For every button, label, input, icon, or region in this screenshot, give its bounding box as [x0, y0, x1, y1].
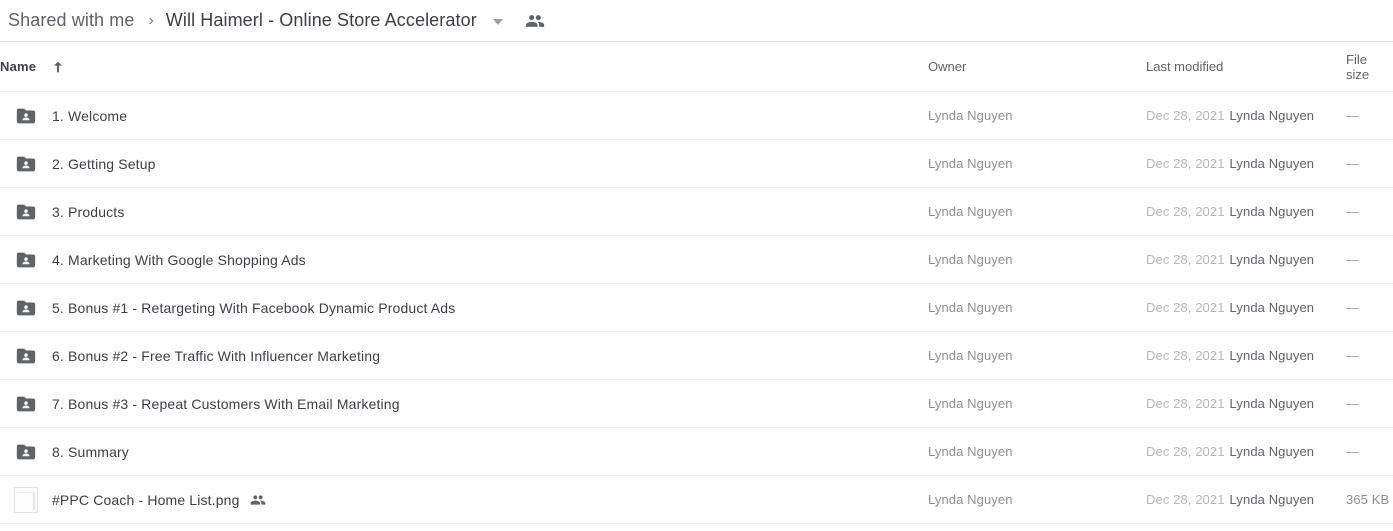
- file-name-label: #PPC Coach - Home List.png: [52, 491, 240, 508]
- file-size-cell: —: [1346, 348, 1360, 363]
- last-modified-by: Lynda Nguyen: [1229, 156, 1315, 171]
- file-name-cell[interactable]: 6. Bonus #2 - Free Traffic With Influenc…: [52, 348, 380, 364]
- shared-folder-icon: [14, 200, 38, 224]
- people-shared-icon[interactable]: [525, 11, 545, 31]
- last-modified-by: Lynda Nguyen: [1229, 108, 1315, 123]
- file-row[interactable]: 2. Getting Setup Lynda Nguyen Dec 28, 2021…: [0, 140, 1393, 188]
- file-owner-cell: Lynda Nguyen: [928, 108, 1013, 123]
- file-list: 1. Welcome Lynda Nguyen Dec 28, 2021 Lynda …: [0, 92, 1393, 524]
- file-name-label: 2. Getting Setup: [52, 155, 156, 172]
- file-thumbnail: [14, 486, 38, 513]
- file-row[interactable]: 3. Products Lynda Nguyen Dec 28, 2021 Lynda…: [0, 188, 1393, 236]
- breadcrumb-current-folder[interactable]: Will Haimerl - Online Store Accelerator: [162, 8, 481, 33]
- chevron-down-icon[interactable]: [492, 19, 503, 25]
- column-header-file-size[interactable]: File size: [1346, 52, 1393, 82]
- last-modified-date: Dec 28, 2021: [1146, 348, 1225, 363]
- file-owner-cell: Lynda Nguyen: [928, 156, 1013, 171]
- file-owner-cell: Lynda Nguyen: [928, 204, 1013, 219]
- image-thumbnail-icon: [14, 486, 38, 513]
- file-name-cell[interactable]: 8. Summary: [52, 444, 129, 460]
- column-header-name-label: Name: [0, 59, 37, 74]
- breadcrumb-separator-icon: ›: [148, 11, 154, 29]
- last-modified-by: Lynda Nguyen: [1229, 252, 1315, 267]
- file-last-modified-cell: Dec 28, 2021 Lynda Nguyen: [1146, 300, 1314, 315]
- last-modified-by: Lynda Nguyen: [1229, 348, 1315, 363]
- file-size-cell: —: [1346, 252, 1360, 267]
- shared-folder-icon: [14, 248, 38, 272]
- shared-folder-icon: [14, 296, 38, 320]
- file-size-cell: 365 KB: [1346, 492, 1390, 507]
- last-modified-by: Lynda Nguyen: [1229, 444, 1315, 459]
- file-owner-cell: Lynda Nguyen: [928, 252, 1013, 267]
- last-modified-date: Dec 28, 2021: [1146, 444, 1225, 459]
- file-name-cell[interactable]: 3. Products: [52, 204, 124, 220]
- last-modified-date: Dec 28, 2021: [1146, 492, 1225, 507]
- file-name-cell[interactable]: 2. Getting Setup: [52, 156, 156, 172]
- shared-folder-icon: [14, 104, 38, 128]
- file-name-cell[interactable]: 5. Bonus #1 - Retargeting With Facebook …: [52, 300, 455, 316]
- file-size-cell: —: [1346, 204, 1360, 219]
- file-last-modified-cell: Dec 28, 2021 Lynda Nguyen: [1146, 252, 1314, 267]
- last-modified-date: Dec 28, 2021: [1146, 156, 1225, 171]
- file-owner-cell: Lynda Nguyen: [928, 444, 1013, 459]
- file-name-label: 7. Bonus #3 - Repeat Customers With Emai…: [52, 395, 400, 412]
- column-header-name[interactable]: Name: [0, 59, 66, 75]
- file-size-cell: —: [1346, 444, 1360, 459]
- column-header-last-modified[interactable]: Last modified: [1146, 59, 1223, 74]
- sort-arrow-up-icon[interactable]: [50, 59, 66, 75]
- file-size-cell: —: [1346, 108, 1360, 123]
- last-modified-by: Lynda Nguyen: [1229, 300, 1315, 315]
- last-modified-date: Dec 28, 2021: [1146, 108, 1225, 123]
- shared-folder-icon: [14, 392, 38, 416]
- file-row[interactable]: 1. Welcome Lynda Nguyen Dec 28, 2021 Lynda …: [0, 92, 1393, 140]
- file-name-cell[interactable]: 4. Marketing With Google Shopping Ads: [52, 252, 306, 268]
- file-name-cell[interactable]: 1. Welcome: [52, 108, 127, 124]
- file-last-modified-cell: Dec 28, 2021 Lynda Nguyen: [1146, 108, 1314, 123]
- file-last-modified-cell: Dec 28, 2021 Lynda Nguyen: [1146, 444, 1314, 459]
- file-name-label: 6. Bonus #2 - Free Traffic With Influenc…: [52, 347, 381, 364]
- shared-folder-icon: [14, 152, 38, 176]
- file-row[interactable]: #PPC Coach - Home List.png Lynda Nguyen De…: [0, 476, 1393, 524]
- file-size-cell: —: [1346, 396, 1360, 411]
- column-headers: Name Owner Last modified File size: [0, 42, 1393, 92]
- file-name-cell[interactable]: 7. Bonus #3 - Repeat Customers With Emai…: [52, 396, 400, 412]
- file-size-cell: —: [1346, 156, 1360, 171]
- file-owner-cell: Lynda Nguyen: [928, 492, 1013, 507]
- breadcrumb-bar: Shared with me › Will Haimerl - Online S…: [0, 0, 1393, 42]
- file-name-label: 3. Products: [52, 203, 125, 220]
- last-modified-date: Dec 28, 2021: [1146, 252, 1225, 267]
- last-modified-date: Dec 28, 2021: [1146, 204, 1225, 219]
- file-last-modified-cell: Dec 28, 2021 Lynda Nguyen: [1146, 492, 1314, 507]
- file-owner-cell: Lynda Nguyen: [928, 396, 1013, 411]
- last-modified-date: Dec 28, 2021: [1146, 396, 1225, 411]
- last-modified-by: Lynda Nguyen: [1229, 204, 1315, 219]
- file-last-modified-cell: Dec 28, 2021 Lynda Nguyen: [1146, 156, 1314, 171]
- file-name-label: 4. Marketing With Google Shopping Ads: [52, 251, 306, 268]
- file-name-label: 1. Welcome: [52, 107, 128, 124]
- file-name-cell[interactable]: #PPC Coach - Home List.png: [52, 492, 266, 508]
- file-owner-cell: Lynda Nguyen: [928, 348, 1013, 363]
- file-last-modified-cell: Dec 28, 2021 Lynda Nguyen: [1146, 348, 1314, 363]
- file-row[interactable]: 6. Bonus #2 - Free Traffic With Influenc…: [0, 332, 1393, 380]
- last-modified-by: Lynda Nguyen: [1229, 492, 1315, 507]
- file-owner-cell: Lynda Nguyen: [928, 300, 1013, 315]
- shared-folder-icon: [14, 440, 38, 464]
- shared-folder-icon: [14, 344, 38, 368]
- people-shared-icon: [250, 492, 266, 508]
- file-row[interactable]: 4. Marketing With Google Shopping Ads Lyn…: [0, 236, 1393, 284]
- column-header-owner[interactable]: Owner: [928, 59, 966, 74]
- file-size-cell: —: [1346, 300, 1360, 315]
- file-name-label: 8. Summary: [52, 443, 129, 460]
- file-name-label: 5. Bonus #1 - Retargeting With Facebook …: [52, 299, 456, 316]
- file-row[interactable]: 8. Summary Lynda Nguyen Dec 28, 2021 Lynda …: [0, 428, 1393, 476]
- last-modified-by: Lynda Nguyen: [1229, 396, 1315, 411]
- file-last-modified-cell: Dec 28, 2021 Lynda Nguyen: [1146, 204, 1314, 219]
- last-modified-date: Dec 28, 2021: [1146, 300, 1225, 315]
- file-row[interactable]: 5. Bonus #1 - Retargeting With Facebook …: [0, 284, 1393, 332]
- file-last-modified-cell: Dec 28, 2021 Lynda Nguyen: [1146, 396, 1314, 411]
- file-row[interactable]: 7. Bonus #3 - Repeat Customers With Emai…: [0, 380, 1393, 428]
- breadcrumb-root-shared-with-me[interactable]: Shared with me: [2, 8, 140, 33]
